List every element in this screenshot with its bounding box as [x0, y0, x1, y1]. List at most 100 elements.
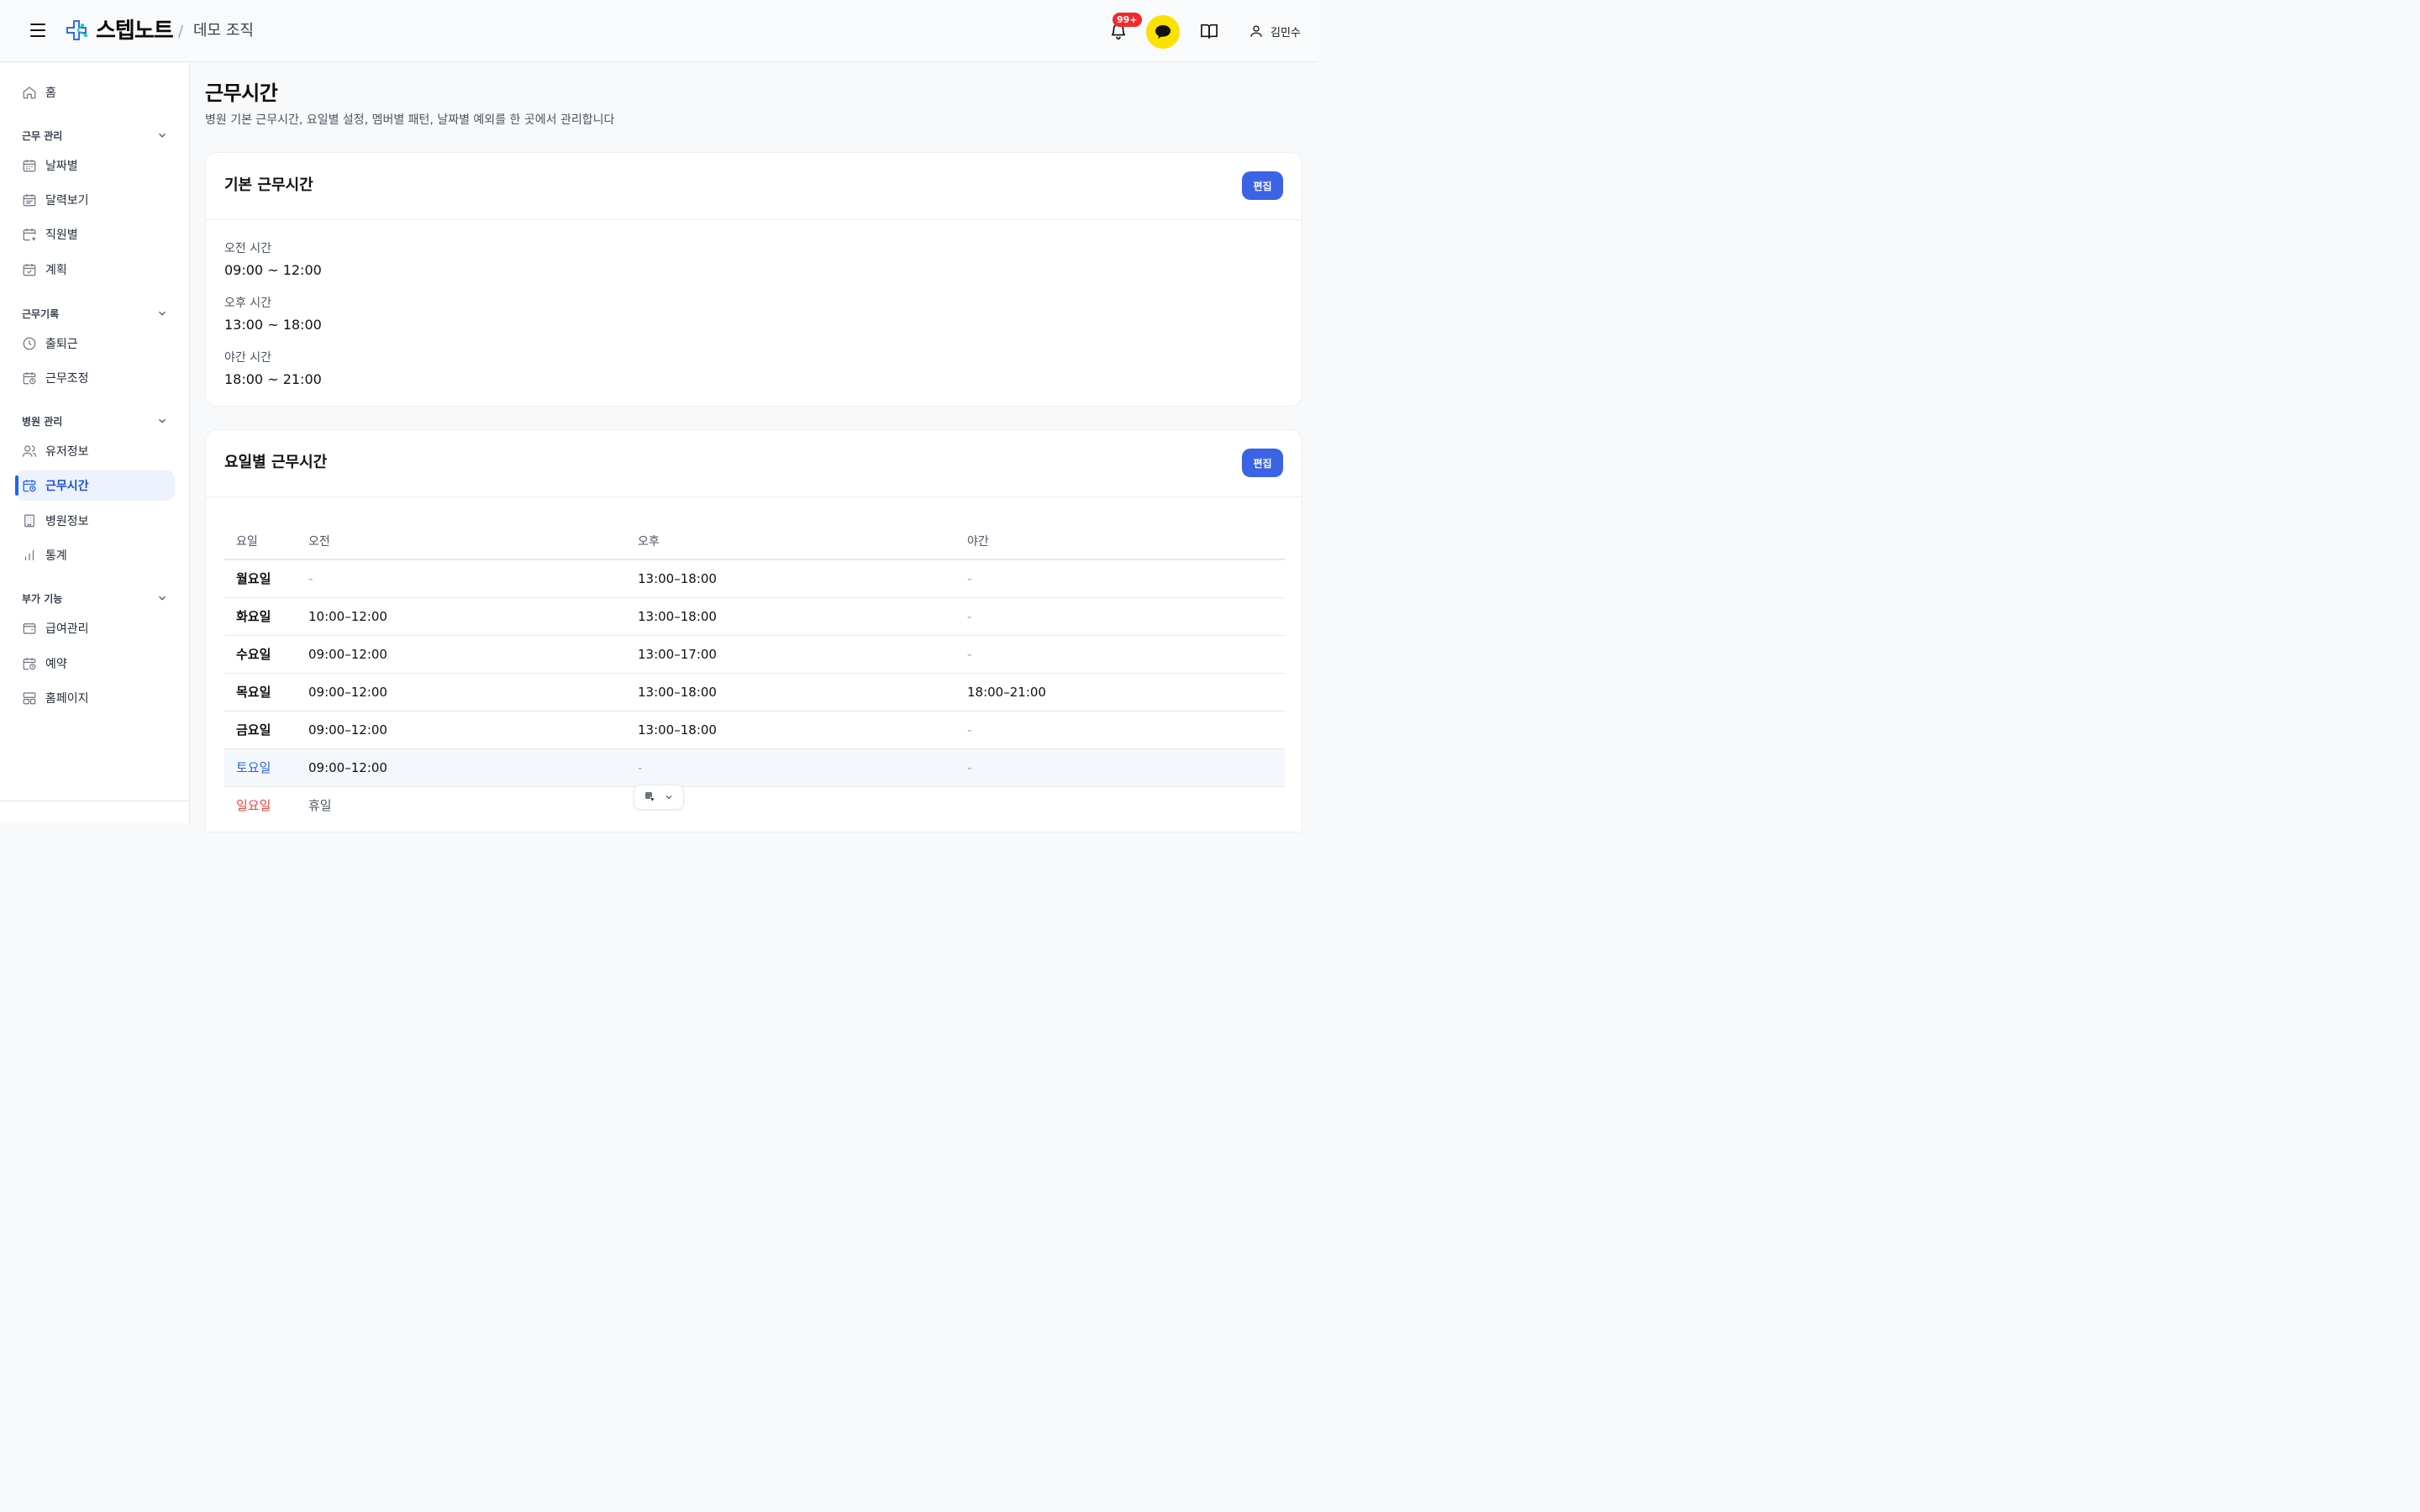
- notification-badge: 99+: [1113, 13, 1142, 27]
- sidebar-item-user-info[interactable]: 유저정보: [15, 436, 175, 466]
- morning-hours-value: 09:00 ~ 12:00: [224, 262, 322, 278]
- sidebar-section-label: 부가 기능: [22, 592, 63, 605]
- sidebar-item-attendance[interactable]: 출퇴근: [15, 328, 175, 359]
- morning-cell: 09:00–12:00: [297, 635, 626, 674]
- book-open-icon[interactable]: [1200, 23, 1218, 39]
- organization-name[interactable]: 데모 조직: [193, 20, 254, 42]
- chat-bubble-icon: [1155, 25, 1171, 39]
- sidebar-section-work-records[interactable]: 근무기록: [22, 305, 168, 322]
- edit-weekday-hours-button[interactable]: 편집: [1242, 449, 1283, 477]
- weekday-cell: 월요일: [224, 559, 297, 598]
- user-name: 김민수: [1270, 26, 1301, 39]
- weekday-cell: 화요일: [224, 597, 297, 636]
- weekday-cell: 수요일: [224, 635, 297, 674]
- sidebar-item-statistics[interactable]: 통계: [15, 540, 175, 570]
- night-cell: 18:00–21:00: [955, 673, 1285, 711]
- basic-hours-card: 기본 근무시간 편집 오전 시간 09:00 ~ 12:00 오후 시간 13:…: [205, 152, 1302, 407]
- weekday-cell: 토요일: [224, 748, 297, 787]
- calendar-plus-icon: [23, 228, 36, 241]
- weekday-hours-card: 요일별 근무시간 편집 요일 오전 오후 야간 월요일 - 13:00–18:0…: [205, 429, 1302, 832]
- brand-name[interactable]: 스텝노트: [96, 17, 174, 45]
- floating-tool-button[interactable]: [634, 785, 684, 810]
- weekday-cell: 목요일: [224, 673, 297, 711]
- sidebar-item-label: 홈페이지: [45, 692, 89, 706]
- sidebar-section-work-management[interactable]: 근무 관리: [22, 127, 168, 144]
- afternoon-hours-value: 13:00 ~ 18:00: [224, 317, 322, 333]
- sidebar-item-work-adjustment[interactable]: 근무조정: [15, 363, 175, 393]
- sidebar-item-hospital-info[interactable]: 병원정보: [15, 506, 175, 536]
- morning-cell: 09:00–12:00: [297, 673, 626, 711]
- sidebar-item-work-hours[interactable]: 근무시간: [15, 470, 175, 501]
- sidebar-item-home[interactable]: 홈: [15, 77, 175, 108]
- sidebar-item-calendar-view[interactable]: 달력보기: [15, 185, 175, 215]
- breadcrumb-separator: /: [178, 23, 184, 40]
- morning-cell: 휴일: [308, 798, 332, 814]
- card-title: 요일별 근무시간: [224, 454, 328, 471]
- weekday-cell: 금요일: [224, 711, 297, 749]
- column-header: 야간: [955, 522, 1285, 560]
- calendar-clock-icon: [23, 372, 36, 385]
- logo-icon: [66, 20, 87, 40]
- chevron-down-icon: [159, 311, 166, 316]
- afternoon-cell: 13:00–18:00: [626, 711, 955, 749]
- sidebar-item-label: 달력보기: [45, 194, 89, 207]
- table-row: 월요일 - 13:00–18:00 -: [224, 559, 1285, 598]
- page-title: 근무시간: [205, 81, 278, 105]
- morning-cell: 10:00–12:00: [297, 597, 626, 636]
- table-row: 수요일 09:00–12:00 13:00–17:00 -: [224, 635, 1285, 674]
- weekday-cell: 일요일: [236, 798, 271, 814]
- sidebar-item-homepage[interactable]: 홈페이지: [15, 683, 175, 713]
- table-header-row: 요일 오전 오후 야간: [224, 522, 1285, 560]
- calendar-list-icon: [23, 194, 36, 207]
- table-row-saturday: 토요일 09:00–12:00 - -: [224, 748, 1285, 787]
- user-menu[interactable]: 김민수: [1249, 22, 1301, 40]
- clock-icon: [23, 337, 36, 350]
- sidebar-section-hospital-management[interactable]: 병원 관리: [22, 412, 168, 429]
- calendar-clock-icon: [23, 480, 36, 492]
- chevron-down-icon: [159, 596, 166, 601]
- afternoon-cell: 13:00–17:00: [626, 635, 955, 674]
- chevron-down-icon: [159, 133, 166, 138]
- chevron-down-icon: [159, 418, 166, 423]
- night-hours-value: 18:00 ~ 21:00: [224, 371, 322, 387]
- edit-basic-hours-button[interactable]: 편집: [1242, 171, 1283, 200]
- home-icon: [23, 87, 36, 99]
- users-icon: [22, 445, 37, 457]
- sidebar-item-reservation[interactable]: 예약: [15, 648, 175, 679]
- hamburger-menu-icon[interactable]: [30, 24, 45, 37]
- sidebar-item-label: 직원별: [45, 228, 78, 242]
- night-hours-label: 야간 시간: [224, 351, 271, 365]
- night-cell: -: [955, 597, 1285, 636]
- table-row: 화요일 10:00–12:00 13:00–18:00 -: [224, 597, 1285, 636]
- column-header: 오후: [626, 522, 955, 560]
- calendar-check-icon: [23, 264, 36, 276]
- sidebar: 홈 근무 관리 날짜별 달력보기 직원별 계획 근무기록 출퇴근 근무조정 병원…: [0, 63, 190, 823]
- sidebar-item-payroll[interactable]: 급여관리: [15, 613, 175, 643]
- table-row: 금요일 09:00–12:00 13:00–18:00 -: [224, 711, 1285, 749]
- night-cell: [955, 786, 1285, 824]
- sidebar-item-by-date[interactable]: 날짜별: [15, 150, 175, 181]
- chevron-down-icon: [666, 795, 672, 800]
- sidebar-item-label: 근무시간: [45, 480, 89, 493]
- afternoon-cell: -: [626, 748, 955, 787]
- column-header: 오전: [297, 522, 626, 560]
- kakao-chat-button[interactable]: [1146, 15, 1180, 49]
- morning-hours-label: 오전 시간: [224, 242, 271, 255]
- page-subtitle: 병원 기본 근무시간, 요일별 설정, 멤버별 패턴, 날짜별 예외를 한 곳에…: [205, 113, 615, 127]
- calendar-clock-icon: [23, 658, 36, 670]
- cursor-select-icon: [645, 792, 656, 803]
- sidebar-item-by-staff[interactable]: 직원별: [15, 219, 175, 249]
- morning-cell: 09:00–12:00: [297, 711, 626, 749]
- sidebar-section-extra-features[interactable]: 부가 기능: [22, 590, 168, 606]
- sidebar-item-plan[interactable]: 계획: [15, 255, 175, 285]
- morning-cell: 09:00–12:00: [297, 748, 626, 787]
- sidebar-item-label: 출퇴근: [45, 338, 78, 351]
- sidebar-item-label: 홈: [45, 87, 56, 100]
- afternoon-cell: 13:00–18:00: [626, 559, 955, 598]
- afternoon-cell: 13:00–18:00: [626, 673, 955, 711]
- night-cell: -: [955, 711, 1285, 749]
- sidebar-section-label: 근무기록: [22, 307, 60, 320]
- top-bar: 스텝노트 / 데모 조직 99+ 김민수: [0, 0, 1318, 62]
- column-header: 요일: [224, 522, 297, 560]
- morning-cell: -: [297, 559, 626, 598]
